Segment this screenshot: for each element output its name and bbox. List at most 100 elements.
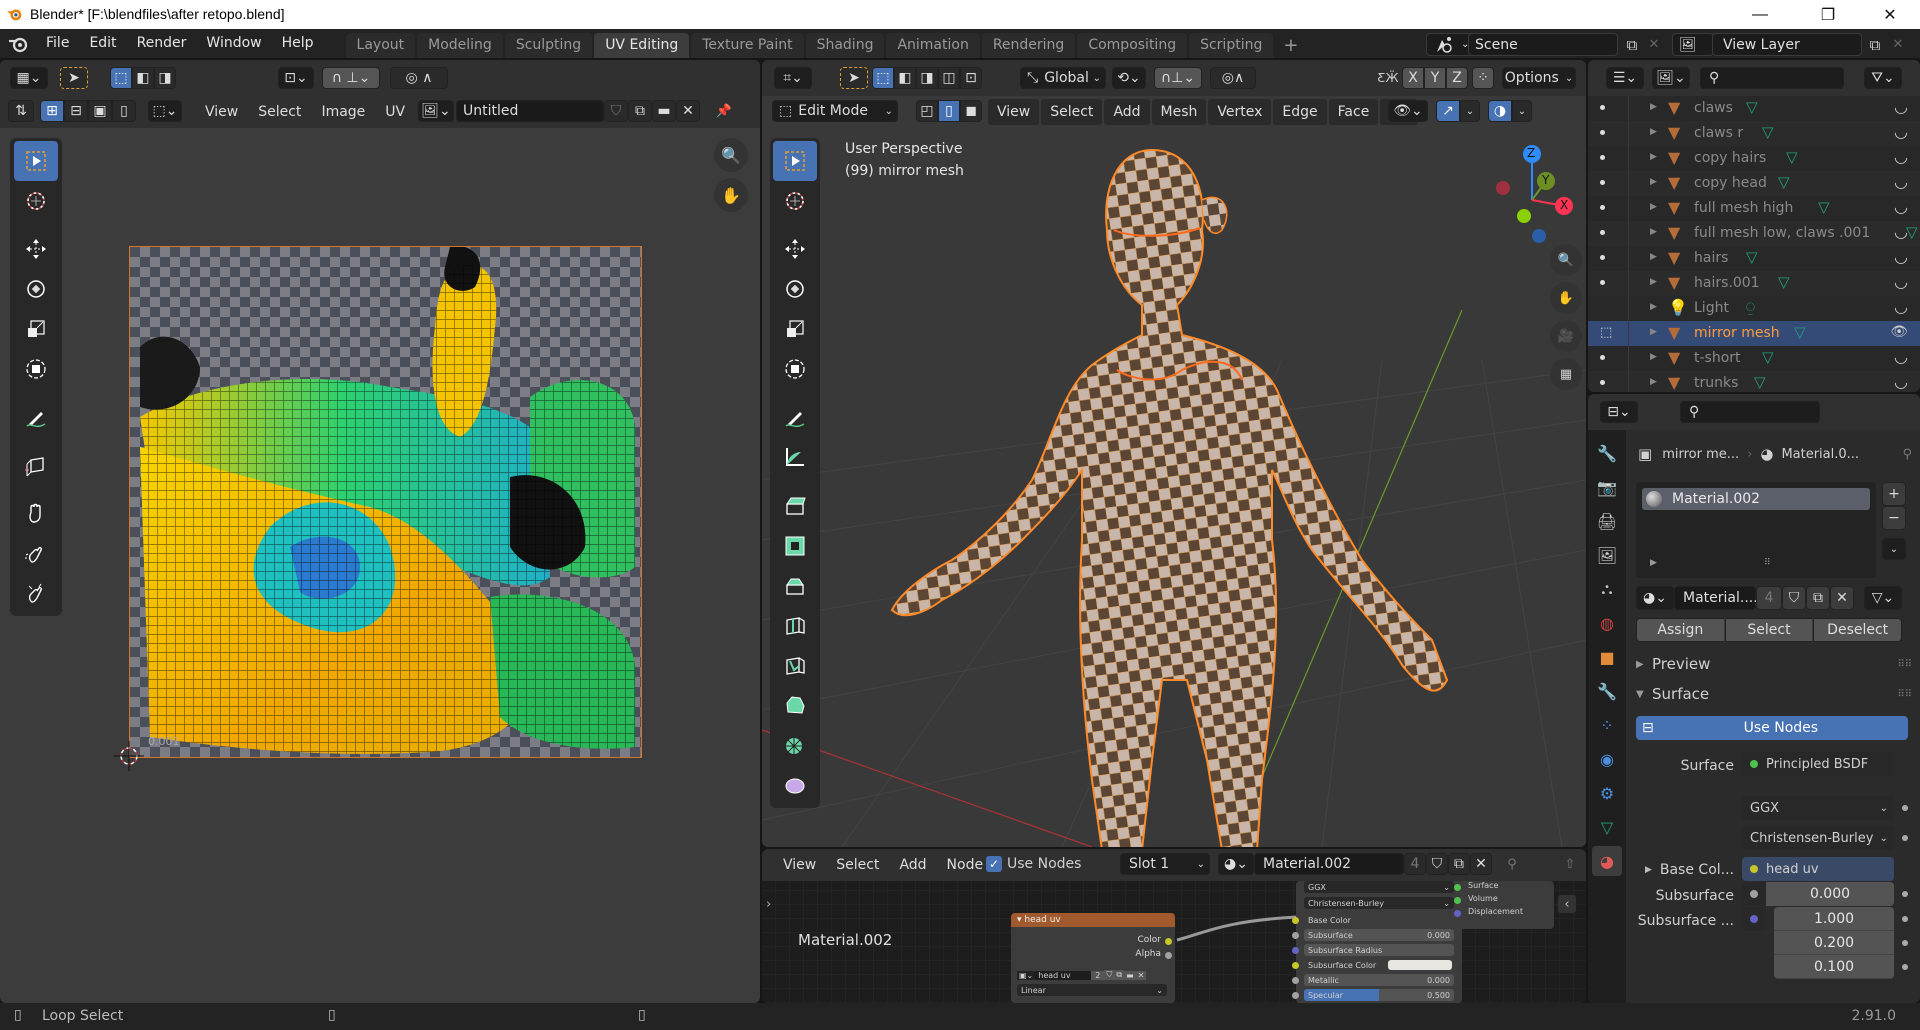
selectability-visibility-button[interactable]: 👁⌄	[1388, 100, 1428, 122]
expand-triangle-icon[interactable]: ▶	[1650, 327, 1657, 337]
select-new-button[interactable]: ⬚	[872, 67, 894, 89]
eye-closed-icon[interactable]: ◡	[1894, 297, 1908, 316]
mesh-data-icon[interactable]: ▽	[1778, 273, 1790, 291]
bsdf-input-base-color[interactable]: Base Color	[1292, 913, 1462, 928]
unlink-image-button[interactable]: ✕	[676, 100, 700, 122]
distribution-dropdown[interactable]: GGX ⌄	[1742, 796, 1894, 820]
rotate-tool-button[interactable]	[14, 269, 58, 309]
workspace-tab-scripting[interactable]: Scripting	[1189, 33, 1274, 58]
workspace-tab-uv-editing[interactable]: UV Editing	[594, 33, 690, 58]
surface-panel-header[interactable]: ▼ Surface ⠿⠿	[1636, 682, 1912, 706]
workspace-tab-compositing[interactable]: Compositing	[1077, 33, 1188, 58]
proportional-edit-button[interactable]: ◎ ∧	[390, 67, 448, 89]
menu-view[interactable]: View	[774, 852, 825, 878]
expand-triangle-icon[interactable]: ▶	[1650, 152, 1657, 162]
fake-user-button[interactable]: ⛉	[1782, 586, 1806, 610]
pin-button[interactable]: ⚲	[1500, 853, 1524, 875]
delete-scene-button[interactable]: ✕	[1644, 33, 1664, 56]
show-overlays-button[interactable]: ◑	[1488, 100, 1512, 122]
inset-tool-button[interactable]	[773, 525, 817, 565]
menu-view[interactable]: View	[196, 99, 247, 125]
bsdf-input-subsurface[interactable]: Subsurface 0.000	[1292, 928, 1462, 943]
transform-orientation-dropdown[interactable]: ⤡ Global ⌄	[1020, 67, 1106, 89]
interpolation-dropdown[interactable]: Linear ⌄	[1017, 984, 1167, 996]
fake-user-button[interactable]: ⛉	[604, 100, 628, 122]
eye-closed-icon[interactable]: ◡	[1894, 222, 1908, 241]
input-socket[interactable]	[1454, 910, 1461, 917]
cursor-tool-button[interactable]	[773, 181, 817, 221]
shader-node-editor[interactable]: View Select Add Node ✓ Use Nodes Slot 1 ⌄ ◕⌄…	[762, 849, 1586, 1003]
pin-icon[interactable]: ⚲	[1902, 447, 1912, 462]
base-color-row-label[interactable]: ▶ Base Col...	[1638, 858, 1734, 882]
relax-tool-button[interactable]	[14, 533, 58, 573]
delete-view-layer-button[interactable]: ✕	[1888, 33, 1908, 56]
tab-constraints[interactable]: ⚙	[1592, 778, 1622, 808]
eye-closed-icon[interactable]: ◡	[1894, 122, 1908, 141]
workspace-tab-layout[interactable]: Layout	[345, 33, 416, 58]
folder-icon[interactable]: ▬	[1124, 970, 1136, 980]
mirror-x-button[interactable]: X	[1402, 67, 1424, 89]
rotate-tool-button[interactable]	[773, 269, 817, 309]
light-data-icon[interactable]: ⍜	[1746, 298, 1755, 316]
output-input-displacement[interactable]: Displacement	[1454, 907, 1554, 919]
uv-canvas[interactable]: 0.001	[129, 246, 642, 758]
menu-select[interactable]: Select	[827, 852, 888, 878]
use-nodes-button[interactable]: ⊟ Use Nodes	[1636, 716, 1908, 740]
mode-dot-icon[interactable]	[1600, 105, 1605, 110]
use-nodes-checkbox[interactable]: ✓ Use Nodes	[986, 853, 1081, 875]
subsurface-method-dropdown[interactable]: Christensen-Burley ⌄	[1304, 897, 1454, 909]
parent-tree-button[interactable]: ⇧	[1560, 853, 1580, 875]
cursor-tool-button[interactable]	[14, 181, 58, 221]
workspace-tab-animation[interactable]: Animation	[886, 33, 980, 58]
sync-selection-button[interactable]: ⇅	[8, 100, 34, 122]
mode-dot-icon[interactable]	[1600, 230, 1605, 235]
mirror-y-button[interactable]: Y	[1424, 67, 1446, 89]
workspace-tab-modeling[interactable]: Modeling	[417, 33, 503, 58]
select-intersect-button[interactable]: ⊡	[960, 67, 982, 89]
subsurface-radius-socket-button[interactable]	[1742, 907, 1766, 931]
extrude-tool-button[interactable]	[773, 485, 817, 525]
expand-triangle-icon[interactable]: ▶	[1650, 558, 1657, 568]
eye-closed-icon[interactable]: ◡	[1894, 172, 1908, 191]
outliner-item[interactable]: ▶ ▼ hairs ▽ ◡	[1588, 246, 1920, 271]
outliner-item[interactable]: ▶ ▼ claws ▽ ◡	[1588, 96, 1920, 121]
loop-cut-tool-button[interactable]	[773, 605, 817, 645]
keyframe-dot-icon[interactable]	[1902, 891, 1908, 897]
menu-select[interactable]: Select	[249, 99, 310, 125]
camera-view-button[interactable]: 🎥	[1550, 320, 1582, 352]
zoom-view-button[interactable]: 🔍	[714, 138, 748, 172]
expand-triangle-icon[interactable]: ▶	[1650, 202, 1657, 212]
outliner-item[interactable]: ▶ ▼ t-short ▽ ◡	[1588, 346, 1920, 371]
expand-triangle-icon[interactable]: ▶	[1650, 252, 1657, 262]
image-name-field[interactable]: Untitled	[456, 100, 604, 122]
input-socket[interactable]	[1454, 884, 1461, 891]
select-box-tool-button[interactable]	[773, 141, 817, 181]
transform-tool-button[interactable]	[773, 349, 817, 389]
keyframe-dot-icon[interactable]	[1902, 835, 1908, 841]
poly-build-tool-button[interactable]	[773, 685, 817, 725]
menu-help[interactable]: Help	[272, 29, 324, 58]
output-input-surface[interactable]: Surface	[1454, 881, 1554, 893]
mode-dot-icon[interactable]	[1600, 305, 1605, 310]
material-output-node[interactable]: Surface Volume Displacement	[1454, 881, 1554, 929]
mode-dot-icon[interactable]	[1600, 355, 1605, 360]
grab-tool-button[interactable]	[14, 493, 58, 533]
select-extend-button[interactable]: ◧	[894, 67, 916, 89]
scene-name-field[interactable]: Scene	[1468, 33, 1618, 56]
spin-tool-button[interactable]	[773, 725, 817, 765]
eye-closed-icon[interactable]: ◡	[1894, 372, 1908, 391]
sidebar-toggle-button[interactable]: ‹	[1558, 895, 1576, 913]
uv-face-mode-button[interactable]: ▣	[88, 100, 112, 122]
bsdf-input-subsurface-color[interactable]: Subsurface Color	[1292, 958, 1462, 973]
mode-dot-icon[interactable]	[1600, 280, 1605, 285]
character-mesh[interactable]	[862, 120, 1482, 847]
principled-bsdf-node[interactable]: GGX ⌄ Christensen-Burley ⌄ Base Color Subsu…	[1292, 881, 1462, 1003]
snap-toggle-button[interactable]: ∩⊥⌄	[1154, 67, 1202, 89]
material-name-field[interactable]: Material....	[1674, 586, 1758, 610]
keyframe-dot-icon[interactable]	[1902, 940, 1908, 946]
mesh-data-icon[interactable]: ▽	[1794, 323, 1806, 341]
image-browse-button[interactable]: ▣⌄	[1017, 970, 1036, 980]
tab-physics[interactable]: ◉	[1592, 744, 1622, 774]
uv-island-mode-button[interactable]: ▯	[112, 100, 136, 122]
menu-image[interactable]: Image	[312, 99, 374, 125]
